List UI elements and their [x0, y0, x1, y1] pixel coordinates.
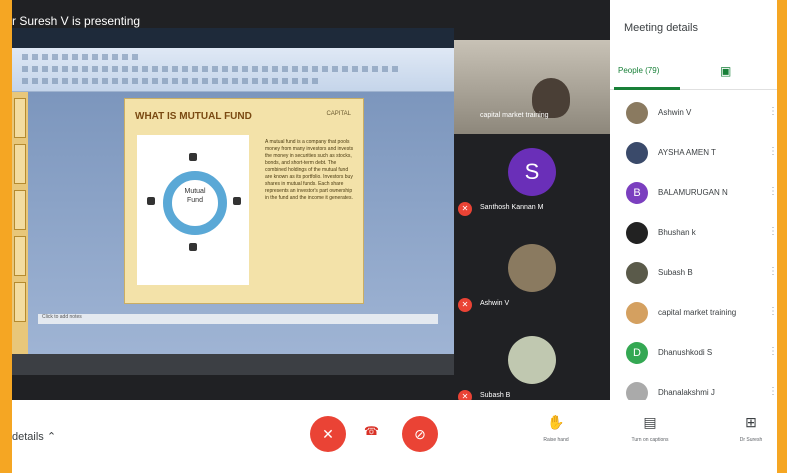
- list-item[interactable]: D Dhanushkodi S ⋮: [610, 334, 777, 374]
- list-item[interactable]: B BALAMURUGAN N ⋮: [610, 174, 777, 214]
- participant-name: Dhanushkodi S: [658, 348, 713, 357]
- tile-name: Santhosh Kannan M: [480, 204, 544, 211]
- tile-name: Subash B: [480, 392, 511, 399]
- list-item[interactable]: AYSHA AMEN T ⋮: [610, 134, 777, 174]
- participant-name: AYSHA AMEN T: [658, 148, 716, 157]
- meet-window: r Suresh V is presenting WHAT IS MUTUAL …: [12, 0, 777, 473]
- right-border: [777, 0, 787, 473]
- list-item[interactable]: capital market training ⋮: [610, 294, 777, 334]
- more-icon[interactable]: ⋮: [768, 226, 777, 237]
- captions-label: Turn on captions: [631, 437, 669, 443]
- list-item[interactable]: Bhushan k ⋮: [610, 214, 777, 254]
- details-label: details: [12, 431, 44, 443]
- captions-button[interactable]: ▤ Turn on captions: [618, 414, 682, 443]
- returns-icon: [147, 197, 155, 205]
- mic-off-icon: ✕: [458, 202, 472, 216]
- chat-icon[interactable]: ▣: [720, 64, 731, 78]
- avatar: [626, 142, 648, 164]
- avatar: [626, 302, 648, 324]
- participant-name: Ashwin V: [658, 108, 692, 117]
- slide-body-text: A mutual fund is a company that pools mo…: [265, 139, 354, 201]
- ppt-titlebar: [12, 28, 454, 48]
- list-item[interactable]: Ashwin V ⋮: [610, 94, 777, 134]
- present-icon: ⊞: [745, 414, 757, 430]
- avatar: [508, 336, 556, 384]
- presenter-label: Dr Suresh: [739, 437, 763, 443]
- avatar: [508, 244, 556, 292]
- hand-icon: ✋: [547, 414, 565, 430]
- avatar: B: [626, 182, 648, 204]
- participant-name: Dhanalakshmi J: [658, 388, 715, 397]
- avatar: [626, 262, 648, 284]
- meeting-details-toggle[interactable]: details ⌃: [12, 430, 56, 443]
- tile-participant[interactable]: S ✕ Santhosh Kannan M: [454, 140, 610, 230]
- participant-name: Subash B: [658, 268, 693, 277]
- slide-title: WHAT IS MUTUAL FUND: [135, 111, 252, 122]
- avatar: S: [508, 148, 556, 196]
- participant-tiles: capital market training S ✕ Santhosh Kan…: [454, 40, 610, 404]
- chevron-up-icon: ⌃: [46, 431, 57, 443]
- hang-up-button[interactable]: ☎: [364, 424, 379, 438]
- more-icon[interactable]: ⋮: [768, 266, 777, 277]
- slide-logo: CAPITAL: [326, 111, 351, 117]
- tile-name: Ashwin V: [480, 300, 510, 307]
- tile-video[interactable]: capital market training: [454, 40, 610, 134]
- mic-off-button[interactable]: ✕: [310, 416, 346, 452]
- manager-icon: [233, 197, 241, 205]
- participant-name: capital market training: [658, 308, 737, 317]
- raise-hand-button[interactable]: ✋ Raise hand: [524, 414, 588, 443]
- ppt-ribbon: [12, 48, 454, 92]
- more-icon[interactable]: ⋮: [768, 186, 777, 197]
- panel-title: Meeting details: [624, 22, 698, 34]
- avatar: [626, 222, 648, 244]
- participant-name: BALAMURUGAN N: [658, 188, 728, 197]
- presenting-button[interactable]: ⊞ Dr Suresh: [726, 414, 776, 443]
- camera-off-button[interactable]: ⊘: [402, 416, 438, 452]
- investors-icon: [189, 153, 197, 161]
- current-slide: WHAT IS MUTUAL FUND CAPITAL Mutual Fund …: [124, 98, 364, 304]
- tab-people[interactable]: People (79): [618, 66, 659, 75]
- mic-off-icon: ✕: [458, 298, 472, 312]
- panel-tabs: People (79) ▣: [610, 60, 777, 90]
- avatar: D: [626, 342, 648, 364]
- notes-bar[interactable]: Click to add notes: [38, 314, 438, 324]
- more-icon[interactable]: ⋮: [768, 146, 777, 157]
- meeting-details-panel: Meeting details People (79) ▣ Ashwin V ⋮ …: [610, 0, 777, 404]
- slide-thumbnails[interactable]: [12, 92, 28, 354]
- list-item[interactable]: Subash B ⋮: [610, 254, 777, 294]
- more-icon[interactable]: ⋮: [768, 346, 777, 357]
- active-tab-indicator: [614, 87, 680, 90]
- more-icon[interactable]: ⋮: [768, 306, 777, 317]
- presenting-banner: r Suresh V is presenting: [12, 14, 141, 28]
- left-border: [0, 0, 12, 473]
- tile-name: capital market training: [480, 112, 549, 119]
- participant-name: Bhushan k: [658, 228, 696, 237]
- slide-diagram: Mutual Fund: [137, 135, 249, 285]
- more-icon[interactable]: ⋮: [768, 106, 777, 117]
- people-list: Ashwin V ⋮ AYSHA AMEN T ⋮ B BALAMURUGAN N ⋮ …: [610, 94, 777, 414]
- more-icon[interactable]: ⋮: [768, 386, 777, 397]
- tile-participant[interactable]: ✕ Ashwin V: [454, 236, 610, 326]
- bottom-controls: details ⌃ ✕ ☎ ⊘ ✋ Raise hand ▤ Turn on cap…: [12, 400, 777, 473]
- avatar: [626, 102, 648, 124]
- captions-icon: ▤: [643, 414, 657, 430]
- securities-icon: [189, 243, 197, 251]
- raise-hand-label: Raise hand: [543, 437, 569, 443]
- ring-label: Mutual Fund: [184, 188, 206, 204]
